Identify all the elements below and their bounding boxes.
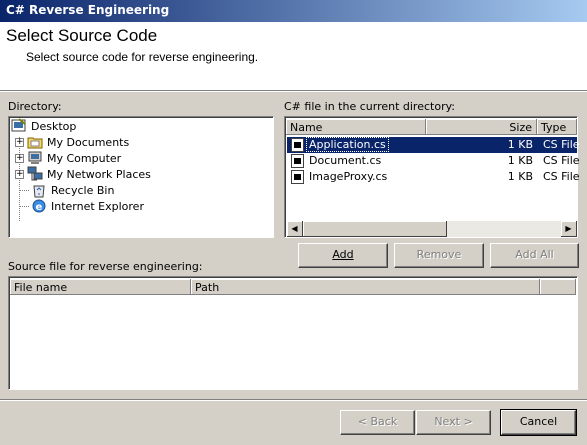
computer-icon	[27, 150, 43, 166]
file-row[interactable]: ImageProxy.cs 1 KB CS File	[287, 169, 580, 185]
tree-item-desktop[interactable]: Desktop	[11, 118, 76, 134]
desktop-icon	[11, 118, 27, 134]
cancel-button[interactable]: Cancel	[500, 409, 577, 436]
next-button-label: Next >	[434, 415, 473, 428]
back-button-label: < Back	[357, 415, 398, 428]
column-header-path[interactable]: Path	[191, 279, 540, 295]
tree-item-label: My Network Places	[47, 167, 151, 181]
title-bar[interactable]: C# Reverse Engineering	[0, 0, 587, 22]
tree-item-my-computer[interactable]: + My Computer	[15, 150, 121, 166]
wizard-header: Select Source Code Select source code fo…	[0, 22, 587, 91]
directory-label: Directory:	[8, 100, 62, 113]
expand-icon[interactable]: +	[15, 153, 24, 163]
cs-file-icon	[291, 138, 304, 152]
file-type: CS File	[543, 170, 580, 183]
add-all-button[interactable]: Add All	[490, 243, 579, 268]
file-size: 1 KB	[507, 154, 533, 167]
add-all-button-label: Add All	[515, 248, 554, 261]
scroll-thumb[interactable]	[303, 221, 447, 237]
tree-item-label: Desktop	[31, 119, 77, 133]
recycle-bin-icon	[31, 182, 47, 198]
tree-item-label: My Computer	[47, 151, 122, 165]
scroll-right-button[interactable]: ▶	[561, 221, 577, 237]
file-size: 1 KB	[507, 170, 533, 183]
footer-separator	[0, 399, 587, 401]
file-row[interactable]: Document.cs 1 KB CS File	[287, 153, 580, 169]
window-title: C# Reverse Engineering	[6, 3, 170, 17]
column-header-filler	[540, 279, 576, 295]
file-size: 1 KB	[507, 138, 533, 151]
back-button[interactable]: < Back	[340, 410, 415, 435]
expand-icon[interactable]: +	[15, 137, 24, 147]
tree-item-recycle-bin[interactable]: Recycle Bin	[19, 182, 115, 198]
remove-button-label: Remove	[416, 248, 462, 261]
tree-item-my-network-places[interactable]: + My Network Places	[15, 166, 151, 182]
tree-item-my-documents[interactable]: + My Documents	[15, 134, 129, 150]
source-label: Source file for reverse engineering:	[8, 260, 203, 273]
add-button-label: Add	[332, 248, 354, 261]
tree-item-label: Internet Explorer	[51, 199, 144, 213]
file-type: CS File	[543, 154, 580, 167]
page-title: Select Source Code	[6, 26, 158, 45]
add-button[interactable]: Add	[298, 243, 388, 268]
cancel-button-label: Cancel	[519, 415, 558, 428]
column-header-file-name[interactable]: File name	[10, 279, 191, 295]
file-type: CS File	[543, 138, 580, 151]
files-label: C# file in the current directory:	[284, 100, 456, 113]
directory-tree[interactable]: Desktop + My Documents + My Computer + M…	[8, 116, 274, 238]
column-header-size[interactable]: Size	[426, 119, 537, 135]
tree-item-label: Recycle Bin	[51, 183, 115, 197]
horizontal-scrollbar[interactable]: ◀ ▶	[287, 221, 577, 237]
file-name: ImageProxy.cs	[309, 170, 388, 183]
tree-item-label: My Documents	[47, 135, 130, 149]
folder-icon	[27, 134, 43, 150]
page-subtitle: Select source code for reverse engineeri…	[26, 50, 259, 64]
internet-explorer-icon: e	[31, 198, 47, 214]
file-list[interactable]: Name Size Type Application.cs 1 KB CS Fi…	[284, 116, 580, 238]
svg-text:e: e	[36, 202, 43, 213]
expand-icon[interactable]: +	[15, 169, 24, 179]
tree-item-internet-explorer[interactable]: e Internet Explorer	[19, 198, 144, 214]
source-file-list[interactable]: File name Path	[8, 276, 578, 390]
file-row[interactable]: Application.cs 1 KB CS File	[287, 137, 580, 153]
column-header-type[interactable]: Type	[537, 119, 577, 135]
header-divider	[0, 91, 587, 92]
cs-file-icon	[291, 154, 304, 168]
scroll-left-button[interactable]: ◀	[287, 221, 303, 237]
next-button[interactable]: Next >	[416, 410, 491, 435]
column-header-name[interactable]: Name	[286, 119, 426, 135]
file-name: Application.cs	[306, 137, 389, 152]
file-name: Document.cs	[309, 154, 382, 167]
network-icon	[27, 166, 43, 182]
remove-button[interactable]: Remove	[394, 243, 484, 268]
cs-file-icon	[291, 170, 304, 184]
